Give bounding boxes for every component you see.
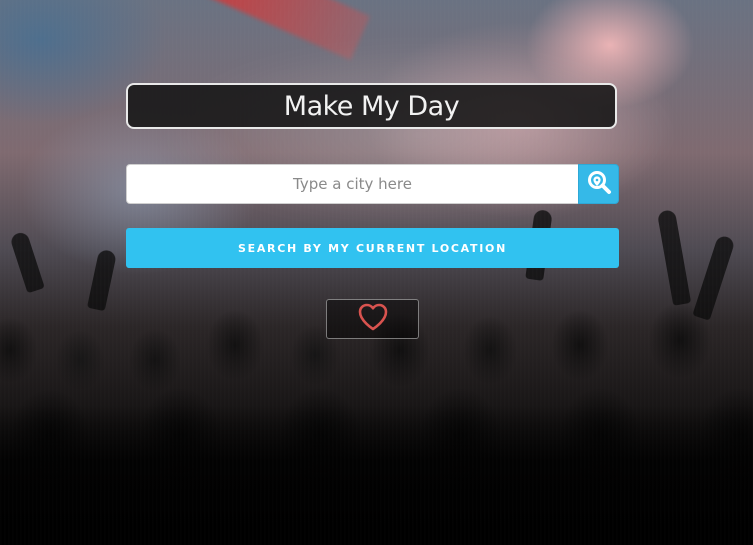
heart-outline-icon [356,302,390,336]
search-location-icon [585,168,613,200]
current-location-search-button[interactable]: SEARCH BY MY CURRENT LOCATION [126,228,619,268]
app-title-box: Make My Day [126,83,617,129]
concert-background-image [0,0,753,545]
search-button[interactable] [578,164,619,204]
city-search-input[interactable] [126,164,578,204]
current-location-search-label: SEARCH BY MY CURRENT LOCATION [238,241,507,255]
app-title: Make My Day [283,90,460,122]
search-row [126,164,619,204]
favorites-button[interactable] [326,299,419,339]
bottom-fade [0,405,753,545]
